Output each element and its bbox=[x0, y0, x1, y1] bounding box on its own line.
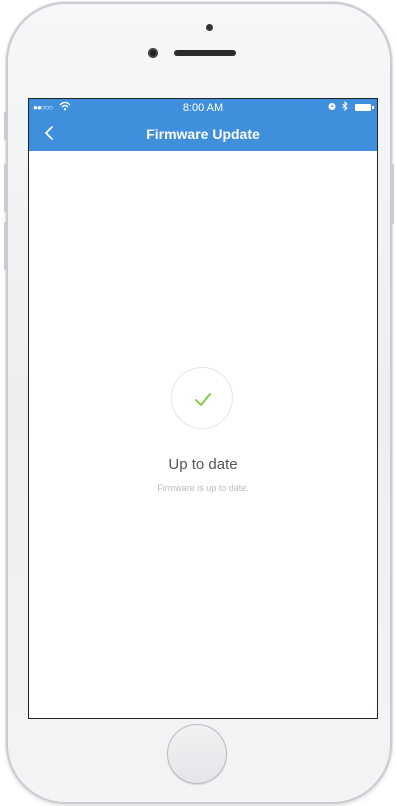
check-icon bbox=[195, 393, 211, 406]
status-subtitle: Firmware is up to date. bbox=[157, 483, 249, 493]
status-time: 8:00 AM bbox=[182, 102, 224, 114]
power-button bbox=[391, 164, 394, 224]
front-camera bbox=[148, 48, 158, 58]
status-title: Up to date bbox=[168, 456, 238, 473]
battery-icon bbox=[355, 104, 374, 111]
volume-up-button bbox=[4, 164, 7, 212]
alarm-icon bbox=[327, 101, 337, 114]
volume-down-button bbox=[4, 222, 7, 270]
navigation-bar: Firmware Update bbox=[29, 117, 377, 151]
status-bar: ●●○○○ 8:00 AM bbox=[29, 99, 377, 117]
main-content: Up to date Firmware is up to date. bbox=[29, 151, 377, 718]
home-button[interactable] bbox=[167, 724, 227, 784]
earpiece-speaker bbox=[174, 50, 236, 56]
app-screen: ●●○○○ 8:00 AM Firmware Update Up to date… bbox=[28, 98, 378, 719]
mute-switch bbox=[4, 112, 7, 140]
top-sensor-dot bbox=[206, 24, 213, 31]
page-title: Firmware Update bbox=[146, 126, 260, 142]
success-indicator bbox=[171, 367, 233, 429]
bluetooth-icon bbox=[341, 100, 349, 114]
